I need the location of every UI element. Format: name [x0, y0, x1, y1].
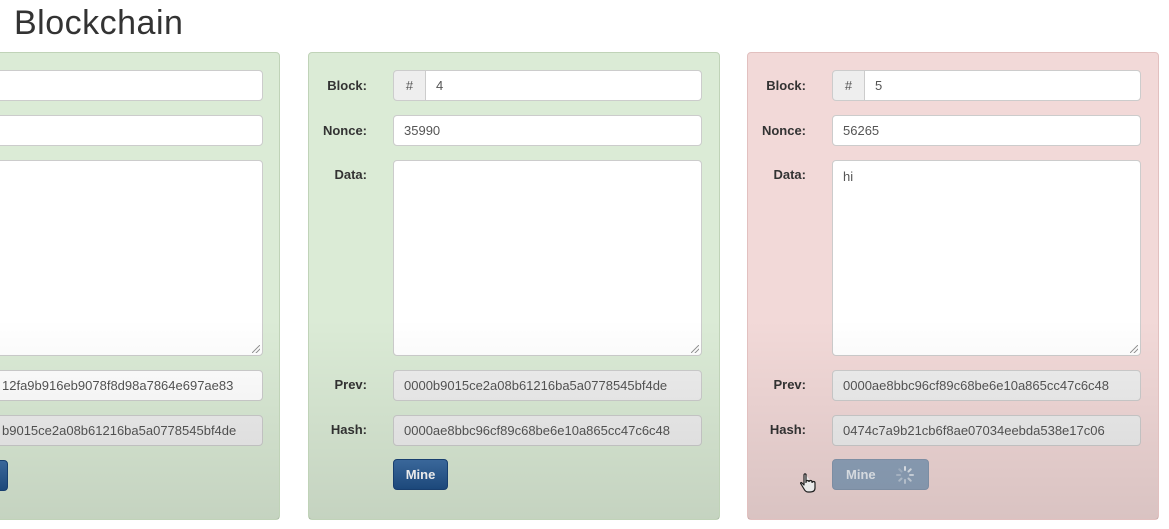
block-number-field[interactable]: 4	[425, 70, 702, 101]
resize-handle[interactable]	[1130, 345, 1138, 353]
block-number-field[interactable]: 3	[0, 70, 263, 101]
block-label: Block:	[327, 78, 367, 93]
mine-button-label: Mine	[846, 467, 876, 482]
hash-field: 0474c7a9b21cb6f8ae07034eebda538e17c06	[832, 415, 1141, 446]
nonce-field[interactable]: 7	[0, 115, 263, 146]
data-label: Data:	[773, 167, 806, 182]
nonce-label: Nonce:	[322, 123, 367, 138]
hash-addon: #	[832, 70, 865, 101]
nonce-field[interactable]: 56265	[832, 115, 1141, 146]
prev-hash-field: 12fa9b916eb9078f8d98a7864e697ae83	[0, 370, 263, 401]
mine-button[interactable]	[0, 460, 8, 491]
data-textarea[interactable]: hi	[832, 160, 1141, 356]
mine-button[interactable]: Mine	[393, 459, 448, 490]
resize-handle[interactable]	[252, 345, 260, 353]
hand-cursor-icon	[800, 473, 816, 493]
hash-field: b9015ce2a08b61216ba5a0778545bf4de	[0, 415, 263, 446]
block-card-3: 3 7 12fa9b916eb9078f8d98a7864e697ae83 b9…	[0, 52, 280, 520]
prev-hash-field: 0000ae8bbc96cf89c68be6e10a865cc47c6c48	[832, 370, 1141, 401]
page-title: Blockchain	[14, 4, 184, 42]
prev-hash-field: 0000b9015ce2a08b61216ba5a0778545bf4de	[393, 370, 702, 401]
spinner-icon	[896, 466, 914, 484]
nonce-label: Nonce:	[761, 123, 806, 138]
hash-field: 0000ae8bbc96cf89c68be6e10a865cc47c6c48	[393, 415, 702, 446]
block-card-5: Block: # 5 Nonce: 56265 Data: hi Prev: 0…	[747, 52, 1159, 520]
resize-handle[interactable]	[691, 345, 699, 353]
hash-label: Hash:	[769, 422, 806, 437]
nonce-field[interactable]: 35990	[393, 115, 702, 146]
hash-addon: #	[393, 70, 426, 101]
block-label: Block:	[766, 78, 806, 93]
data-textarea[interactable]	[0, 160, 263, 356]
hash-label: Hash:	[330, 422, 367, 437]
mine-button[interactable]: Mine	[832, 459, 929, 490]
block-card-4: Block: # 4 Nonce: 35990 Data: Prev: 0000…	[308, 52, 720, 520]
data-label: Data:	[334, 167, 367, 182]
data-textarea[interactable]	[393, 160, 702, 356]
block-number-field[interactable]: 5	[864, 70, 1141, 101]
prev-label: Prev:	[334, 377, 367, 392]
prev-label: Prev:	[773, 377, 806, 392]
